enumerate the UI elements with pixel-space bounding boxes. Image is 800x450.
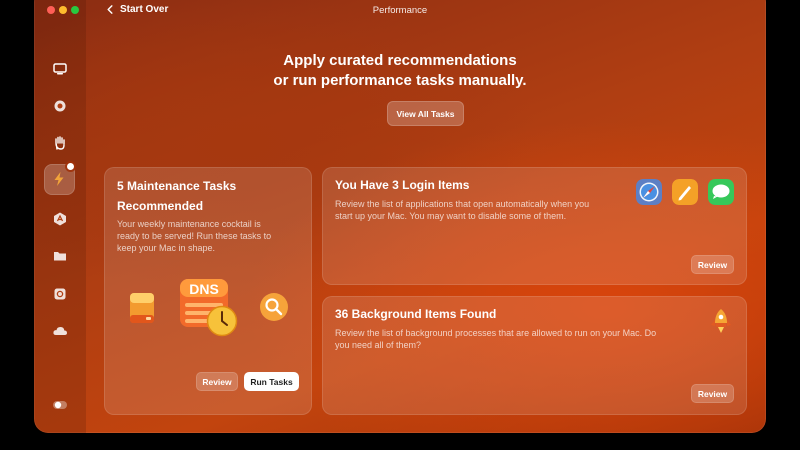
hero-line-2: or run performance tasks manually.: [273, 72, 527, 89]
dns-label: DNS: [189, 281, 219, 297]
sidebar-item-assistant[interactable]: [50, 395, 70, 415]
cloud-icon: [53, 327, 67, 335]
maintenance-title-line-1: 5 Maintenance Tasks: [117, 179, 237, 193]
maintenance-card: 5 Maintenance Tasks Recommended Your wee…: [104, 167, 312, 415]
folder-icon: [54, 252, 66, 261]
sidebar-item-files[interactable]: [50, 246, 70, 266]
assistant-toggle-icon: [53, 401, 67, 409]
clock-icon: [206, 305, 238, 337]
messages-app-icon: [708, 179, 734, 205]
background-items-description-line-2: you need all of them?: [335, 340, 422, 350]
maintenance-description-line-1: Your weekly maintenance cocktail is: [117, 219, 261, 229]
maintenance-description-line-3: keep your Mac in shape.: [117, 243, 216, 253]
hero-headline: Apply curated recommendations or run per…: [34, 51, 766, 91]
window-title: Performance: [372, 5, 428, 16]
login-items-card: You Have 3 Login Items Review the list o…: [322, 167, 747, 285]
background-items-description: Review the list of background processes …: [335, 327, 705, 351]
hero-line-1: Apply curated recommendations: [283, 52, 517, 69]
drive-icon: [130, 293, 154, 323]
notification-dot: [67, 163, 74, 170]
sidebar-item-disk[interactable]: [50, 284, 70, 304]
safari-app-icon: [636, 179, 662, 205]
sidebar-item-privacy[interactable]: [50, 133, 70, 153]
magnifier-icon: [260, 293, 288, 321]
maintenance-review-button[interactable]: Review: [196, 372, 238, 391]
login-items-description-line-2: start up your Mac. You may want to disab…: [335, 211, 567, 221]
maintenance-description: Your weekly maintenance cocktail is read…: [117, 218, 307, 254]
run-tasks-button[interactable]: Run Tasks: [244, 372, 299, 391]
background-items-card: 36 Background Items Found Review the lis…: [322, 296, 747, 415]
hand-privacy-icon: [55, 136, 65, 150]
maintenance-title-line-2: Recommended: [117, 199, 204, 213]
disk-icon: [54, 288, 66, 300]
login-items-title: You Have 3 Login Items: [335, 178, 470, 192]
sidebar-item-protection[interactable]: [50, 96, 70, 116]
login-items-description-line-1: Review the list of applications that ope…: [335, 199, 590, 209]
applications-icon: [54, 212, 66, 226]
background-items-review-button[interactable]: Review: [691, 384, 734, 403]
app-window: Start Over Performance Apply curated rec…: [34, 0, 766, 433]
view-all-tasks-button[interactable]: View All Tasks: [387, 101, 464, 126]
background-items-title: 36 Background Items Found: [335, 307, 497, 321]
rocket-icon: [711, 309, 731, 333]
login-items-review-button[interactable]: Review: [691, 255, 734, 274]
sidebar-item-cloud[interactable]: [50, 321, 70, 341]
login-items-description: Review the list of applications that ope…: [335, 198, 645, 222]
lightning-performance-icon: [54, 172, 64, 186]
pages-app-icon: [672, 179, 698, 205]
sidebar-item-applications[interactable]: [50, 209, 70, 229]
sidebar-item-performance-icon-wrap: [49, 169, 69, 189]
protection-icon: [54, 100, 66, 112]
maintenance-description-line-2: ready to be served! Run these tasks to: [117, 231, 272, 241]
maintenance-title: 5 Maintenance Tasks Recommended: [117, 176, 236, 216]
background-items-description-line-1: Review the list of background processes …: [335, 328, 657, 338]
